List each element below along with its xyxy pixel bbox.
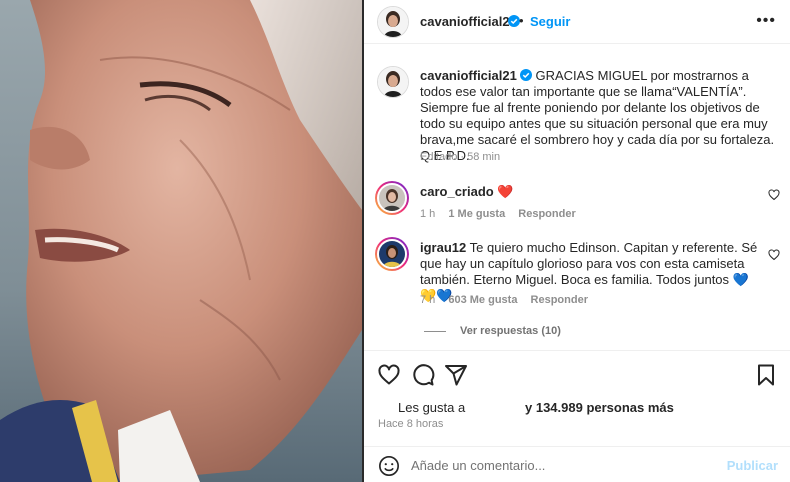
caption-meta: Editado · 58 min — [420, 151, 501, 163]
comment-username[interactable]: caro_criado — [420, 184, 494, 199]
post-side-panel: cavaniofficial21 • Seguir ••• cavanioffi… — [364, 0, 790, 482]
comment-icon[interactable] — [411, 363, 435, 387]
comment-text-block: caro_criado ❤️ — [420, 184, 760, 200]
comment-like-heart-icon[interactable] — [768, 249, 780, 261]
send-icon[interactable] — [444, 363, 468, 387]
likes-prefix: Les gusta a — [398, 400, 466, 415]
comment-likes[interactable]: 603 Me gusta — [448, 294, 517, 306]
comment-emoji: ❤️ — [497, 184, 514, 199]
commenter-avatar[interactable] — [375, 181, 409, 215]
post-timestamp[interactable]: Hace 8 horas — [378, 418, 443, 430]
caption-username[interactable]: cavaniofficial21 — [420, 68, 517, 83]
follow-button[interactable]: Seguir — [530, 14, 570, 29]
more-options-icon[interactable]: ••• — [756, 12, 776, 30]
reply-button[interactable]: Responder — [518, 208, 575, 220]
portrait-image — [0, 0, 362, 482]
comment-input[interactable] — [411, 453, 711, 477]
header-separator: • — [519, 13, 524, 28]
emoji-icon[interactable] — [378, 455, 400, 477]
caption-text-block: cavaniofficial21 GRACIAS MIGUEL por most… — [420, 68, 782, 164]
post-photo[interactable] — [0, 0, 362, 482]
bookmark-icon[interactable] — [754, 363, 778, 387]
likes-count[interactable]: y 134.989 personas más — [525, 400, 674, 415]
comment-text: Te quiero mucho Edinson. Capitan y refer… — [420, 240, 758, 287]
comment-username[interactable]: igrau12 — [420, 240, 466, 255]
heart-outline-icon[interactable] — [377, 363, 401, 387]
post-comment-button[interactable]: Publicar — [727, 458, 778, 473]
verified-badge-icon — [519, 69, 532, 81]
action-bar — [364, 350, 790, 398]
reply-button[interactable]: Responder — [531, 294, 588, 306]
comment-likes[interactable]: 1 Me gusta — [448, 208, 505, 220]
caption-avatar[interactable] — [377, 66, 409, 98]
comment-time: 1 h — [420, 208, 436, 220]
comment-time: 7 h — [420, 294, 436, 306]
post-header: cavaniofficial21 • Seguir ••• — [364, 0, 790, 44]
author-username[interactable]: cavaniofficial21 — [420, 14, 517, 29]
view-replies-button[interactable]: Ver respuestas (10) — [424, 325, 561, 337]
comment-like-heart-icon[interactable] — [768, 189, 780, 201]
comments-section[interactable]: cavaniofficial21 GRACIAS MIGUEL por most… — [364, 44, 790, 350]
commenter-avatar[interactable] — [375, 237, 409, 271]
likes-summary: Les gusta a y 134.989 personas más — [398, 400, 674, 415]
comment-meta: 1 h 1 Me gusta Responder — [420, 208, 586, 220]
author-avatar[interactable] — [377, 6, 409, 38]
view-replies-label: Ver respuestas (10) — [460, 325, 561, 337]
replies-line — [424, 330, 446, 332]
add-comment-bar: Publicar — [364, 446, 790, 482]
comment-meta: 7 h 603 Me gusta Responder — [420, 294, 598, 306]
